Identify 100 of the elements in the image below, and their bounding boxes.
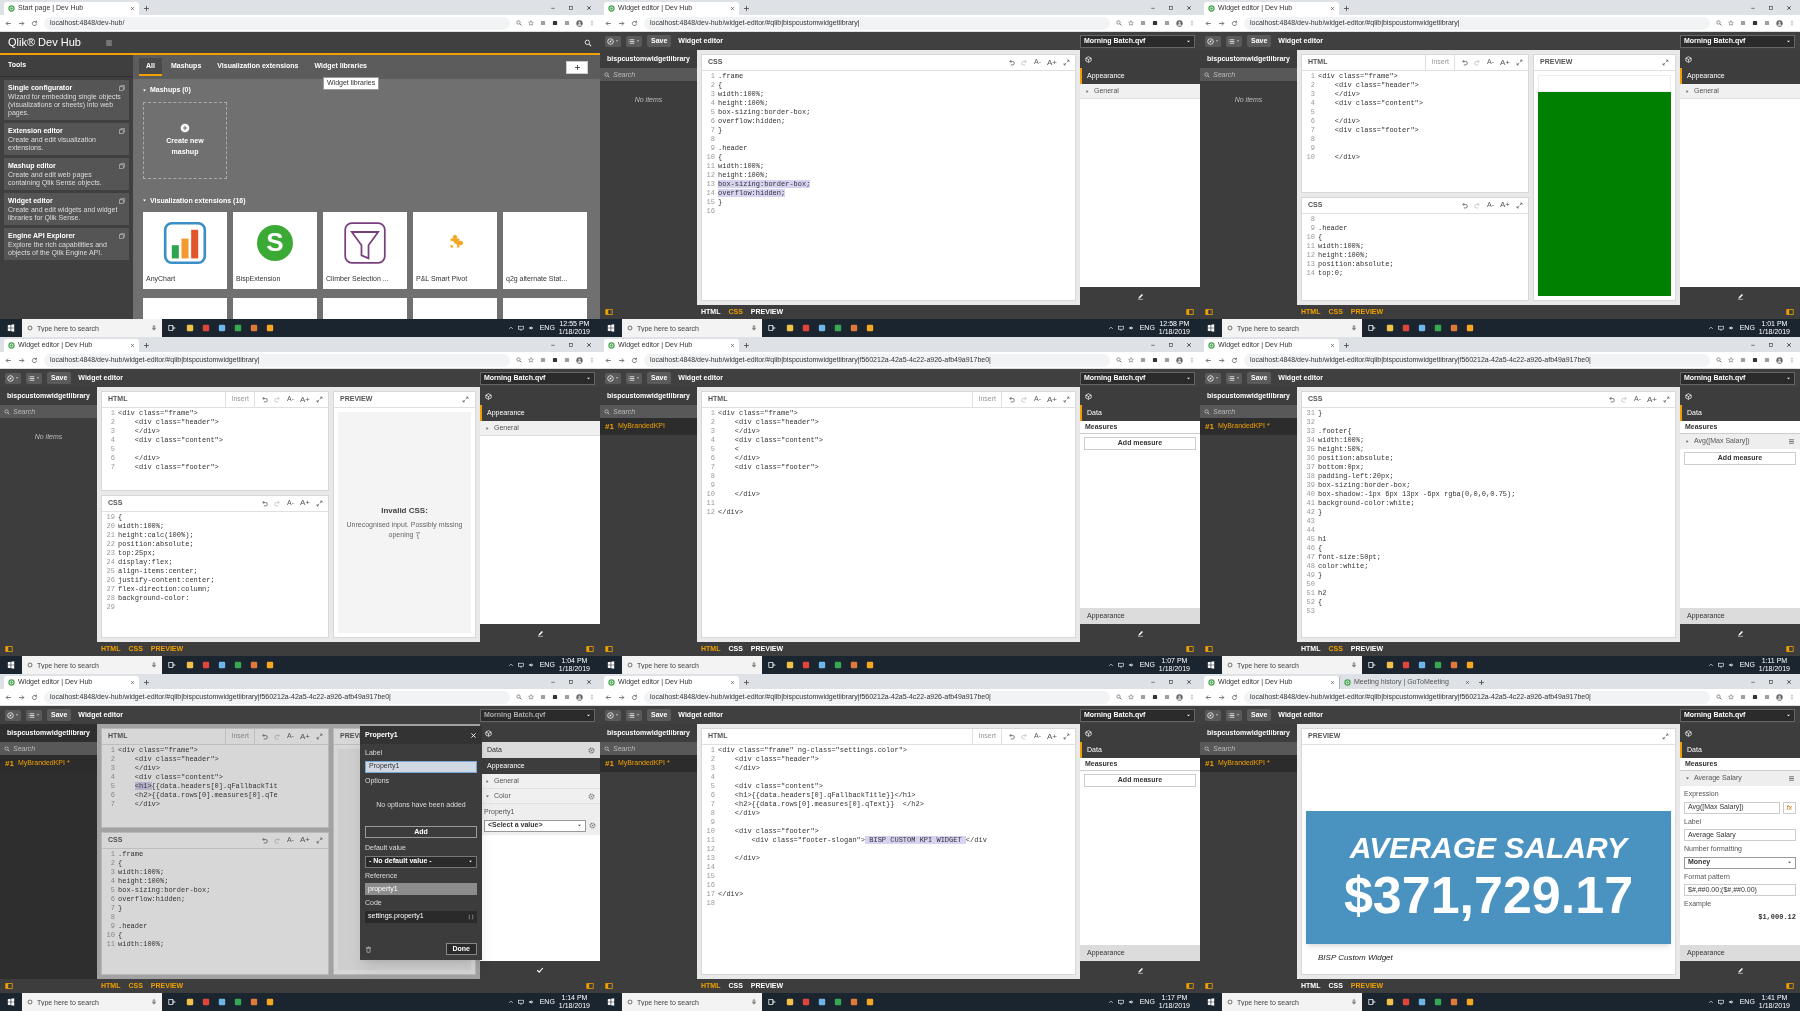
- close-icon[interactable]: [586, 678, 592, 685]
- profile-avatar-icon[interactable]: [1776, 356, 1783, 364]
- panel-toggle-icon[interactable]: [586, 982, 594, 990]
- expand-icon[interactable]: [316, 396, 323, 403]
- windows-logo-icon[interactable]: [607, 998, 615, 1006]
- close-icon[interactable]: [1186, 678, 1192, 685]
- close-icon[interactable]: [1186, 4, 1192, 11]
- reload-icon[interactable]: [631, 19, 638, 27]
- profile-avatar-icon[interactable]: [576, 19, 583, 27]
- speaker-icon[interactable]: [1727, 325, 1734, 331]
- zoom-icon[interactable]: [1716, 694, 1722, 700]
- reload-icon[interactable]: [1231, 356, 1238, 364]
- navigation-menu-button[interactable]: [1205, 709, 1221, 721]
- forward-icon[interactable]: [1218, 356, 1225, 364]
- new-tab-icon[interactable]: [743, 5, 750, 12]
- zoom-icon[interactable]: [1716, 20, 1722, 26]
- pencil-icon[interactable]: [1736, 292, 1744, 300]
- font-size-button[interactable]: A+: [1500, 199, 1510, 212]
- maximize-icon[interactable]: [1168, 678, 1174, 685]
- back-icon[interactable]: [605, 356, 612, 364]
- pencil-icon[interactable]: [1136, 966, 1144, 974]
- windows-logo-icon[interactable]: [7, 661, 15, 669]
- window-stack-icon[interactable]: [119, 84, 125, 91]
- navigation-menu-button[interactable]: [5, 709, 21, 721]
- forward-icon[interactable]: [18, 693, 25, 701]
- undo-icon[interactable]: [261, 733, 268, 740]
- task-view-icon[interactable]: [1368, 661, 1376, 669]
- navigation-menu-button[interactable]: [605, 35, 621, 47]
- task-view-icon[interactable]: [768, 324, 776, 332]
- list-menu-button[interactable]: [626, 35, 642, 47]
- forward-icon[interactable]: [1218, 19, 1225, 27]
- expand-icon[interactable]: [1516, 59, 1523, 66]
- bookmark-star-icon[interactable]: [1128, 694, 1134, 700]
- speaker-icon[interactable]: [1127, 325, 1134, 331]
- list-menu-button[interactable]: [626, 372, 642, 384]
- back-icon[interactable]: [1205, 356, 1212, 364]
- list-menu-button[interactable]: [26, 709, 42, 721]
- bookmark-star-icon[interactable]: [1128, 357, 1134, 363]
- back-icon[interactable]: [1205, 693, 1212, 701]
- reload-icon[interactable]: [631, 693, 638, 701]
- zoom-icon[interactable]: [516, 357, 522, 363]
- panel-toggle-icon[interactable]: [1186, 645, 1194, 653]
- new-tab-icon[interactable]: [143, 342, 150, 349]
- close-icon[interactable]: [586, 341, 592, 348]
- maximize-icon[interactable]: [1768, 341, 1774, 348]
- font-size-button[interactable]: A+: [1047, 393, 1057, 406]
- chevron-up-icon[interactable]: [1707, 999, 1714, 1005]
- windows-logo-icon[interactable]: [1207, 324, 1215, 332]
- back-icon[interactable]: [5, 19, 12, 27]
- undo-icon[interactable]: [261, 396, 268, 403]
- windows-logo-icon[interactable]: [607, 661, 615, 669]
- forward-icon[interactable]: [1218, 693, 1225, 701]
- microphone-icon[interactable]: [151, 325, 157, 331]
- font-size-button[interactable]: A+: [300, 497, 310, 510]
- panel-toggle-icon[interactable]: [1186, 308, 1194, 316]
- undo-icon[interactable]: [1608, 396, 1615, 403]
- bookmark-star-icon[interactable]: [1728, 20, 1734, 26]
- list-menu-button[interactable]: [1226, 372, 1242, 384]
- profile-avatar-icon[interactable]: [1776, 19, 1783, 27]
- panel-toggle-icon[interactable]: [5, 982, 13, 990]
- close-icon[interactable]: [1786, 678, 1792, 685]
- panel-toggle-icon[interactable]: [586, 645, 594, 653]
- navigation-menu-button[interactable]: [605, 372, 621, 384]
- menu-icon[interactable]: [1788, 438, 1795, 445]
- forward-icon[interactable]: [618, 693, 625, 701]
- back-icon[interactable]: [1205, 19, 1212, 27]
- forward-icon[interactable]: [18, 356, 25, 364]
- back-icon[interactable]: [5, 693, 12, 701]
- expand-icon[interactable]: [1662, 59, 1669, 66]
- panel-toggle-icon[interactable]: [1786, 982, 1794, 990]
- back-icon[interactable]: [605, 19, 612, 27]
- speaker-icon[interactable]: [527, 662, 534, 668]
- panel-toggle-icon[interactable]: [1205, 982, 1213, 990]
- profile-avatar-icon[interactable]: [1176, 19, 1183, 27]
- reload-icon[interactable]: [1231, 19, 1238, 27]
- speaker-icon[interactable]: [527, 999, 534, 1005]
- zoom-icon[interactable]: [516, 20, 522, 26]
- maximize-icon[interactable]: [1168, 341, 1174, 348]
- monitor-icon[interactable]: [517, 662, 524, 668]
- font-size-button[interactable]: A+: [1647, 393, 1657, 406]
- pencil-icon[interactable]: [1736, 629, 1744, 637]
- pencil-icon[interactable]: [1136, 629, 1144, 637]
- expand-icon[interactable]: [1063, 733, 1070, 740]
- font-size-button[interactable]: A+: [1500, 56, 1510, 69]
- chevron-up-icon[interactable]: [1107, 999, 1114, 1005]
- panel-toggle-icon[interactable]: [1205, 308, 1213, 316]
- reload-icon[interactable]: [1231, 693, 1238, 701]
- task-view-icon[interactable]: [168, 661, 176, 669]
- new-tab-icon[interactable]: [743, 679, 750, 686]
- list-menu-button[interactable]: [626, 709, 642, 721]
- panel-toggle-icon[interactable]: [1186, 982, 1194, 990]
- panel-toggle-icon[interactable]: [5, 645, 13, 653]
- window-stack-icon[interactable]: [119, 162, 125, 169]
- window-stack-icon[interactable]: [119, 197, 125, 204]
- undo-icon[interactable]: [261, 499, 268, 507]
- expand-icon[interactable]: [1516, 201, 1523, 209]
- expand-icon[interactable]: [1063, 396, 1070, 403]
- speaker-icon[interactable]: [1127, 999, 1134, 1005]
- chevron-up-icon[interactable]: [1707, 325, 1714, 331]
- monitor-icon[interactable]: [1717, 325, 1724, 331]
